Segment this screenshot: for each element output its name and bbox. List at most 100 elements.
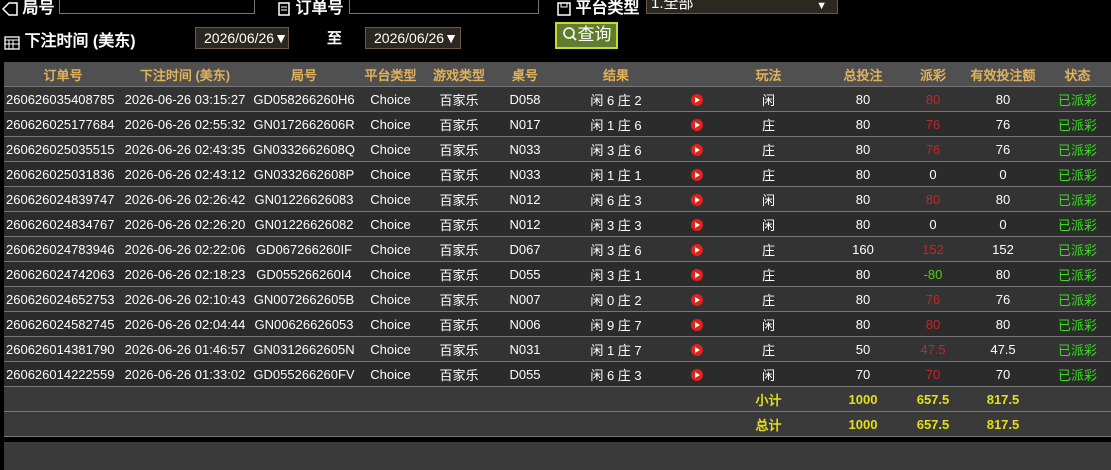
order-label-text: 订单号	[295, 0, 344, 17]
platform-cell: Choice	[360, 211, 421, 237]
table-row[interactable]: 260626025031836 2026-06-26 02:43:12 GN0332…	[4, 161, 1111, 187]
summary-empty-cell	[553, 386, 679, 412]
grand-total-row: 总计 1000 657.5 817.5	[4, 411, 1111, 437]
table-row[interactable]: 260626024839747 2026-06-26 02:26:42 GN0122…	[4, 186, 1111, 212]
play-video-cell[interactable]	[679, 211, 715, 237]
total-bet-cell: 80	[822, 161, 904, 187]
order-number-cell[interactable]: 260626014381790	[4, 336, 122, 362]
table-empty-area	[4, 442, 1111, 470]
table-row[interactable]: 260626024834767 2026-06-26 02:26:20 GN0122…	[4, 211, 1111, 237]
payout-cell: 80	[904, 311, 962, 337]
result-cell: 闲 1 庄 6	[553, 111, 679, 137]
subtotal-row: 小计 1000 657.5 817.5	[4, 386, 1111, 412]
result-cell: 闲 9 庄 7	[553, 311, 679, 337]
table-row[interactable]: 260626024582745 2026-06-26 02:04:44 GN0062…	[4, 311, 1111, 337]
total-bet-cell: 70	[822, 361, 904, 387]
round-id-cell: GD058266260H6	[248, 86, 360, 112]
order-input[interactable]	[349, 0, 539, 14]
payout-cell: 76	[904, 286, 962, 312]
date-to-picker[interactable]: 2026/06/26▼	[365, 27, 461, 49]
date-from-picker[interactable]: 2026/06/26▼	[195, 27, 289, 49]
order-number-cell[interactable]: 260626024783946	[4, 236, 122, 262]
table-row[interactable]: 260626024652753 2026-06-26 02:10:43 GN0072…	[4, 286, 1111, 312]
play-video-icon[interactable]	[691, 369, 703, 382]
result-cell: 闲 6 庄 2	[553, 86, 679, 112]
platform-select[interactable]: 1.全部 ▼	[646, 0, 838, 14]
order-number-cell[interactable]: 260626025035515	[4, 136, 122, 162]
total-bet-cell: 50	[822, 336, 904, 362]
round-input[interactable]	[59, 0, 255, 14]
document-icon	[278, 2, 290, 16]
order-number-cell[interactable]: 260626024742063	[4, 261, 122, 287]
platform-cell: Choice	[360, 236, 421, 262]
play-video-cell[interactable]	[679, 361, 715, 387]
game-type-cell: 百家乐	[421, 336, 497, 362]
play-video-icon[interactable]	[691, 244, 703, 257]
order-number-cell[interactable]: 260626024839747	[4, 186, 122, 212]
order-number-cell[interactable]: 260626024652753	[4, 286, 122, 312]
order-number-cell[interactable]: 260626024582745	[4, 311, 122, 337]
status-cell: 已派彩	[1044, 111, 1111, 137]
result-cell: 闲 3 庄 3	[553, 211, 679, 237]
play-video-cell[interactable]	[679, 186, 715, 212]
table-row[interactable]: 260626024742063 2026-06-26 02:18:23 GD0552…	[4, 261, 1111, 287]
play-video-icon[interactable]	[691, 269, 703, 282]
platform-cell: Choice	[360, 111, 421, 137]
round-id-cell: GN0332662608P	[248, 161, 360, 187]
result-cell: 闲 6 庄 3	[553, 186, 679, 212]
play-video-cell[interactable]	[679, 161, 715, 187]
bet-time-cell: 2026-06-26 02:43:12	[122, 161, 248, 187]
table-number-cell: N007	[497, 286, 553, 312]
play-video-cell[interactable]	[679, 86, 715, 112]
platform-selected-value: 1.全部	[651, 0, 694, 12]
query-button[interactable]: 查询	[555, 22, 618, 49]
play-video-icon[interactable]	[691, 294, 703, 307]
table-row[interactable]: 260626024783946 2026-06-26 02:22:06 GD0672…	[4, 236, 1111, 262]
play-video-cell[interactable]	[679, 336, 715, 362]
order-number-cell[interactable]: 260626024834767	[4, 211, 122, 237]
valid-bet-cell: 76	[962, 111, 1044, 137]
play-video-icon[interactable]	[691, 94, 703, 107]
search-icon	[562, 27, 577, 41]
bet-time-cell: 2026-06-26 01:33:02	[122, 361, 248, 387]
platform-filter-label: 平台类型	[557, 0, 639, 18]
play-video-icon[interactable]	[691, 169, 703, 182]
summary-empty-cell	[248, 411, 360, 437]
play-video-cell[interactable]	[679, 286, 715, 312]
table-number-cell: N031	[497, 336, 553, 362]
table-row[interactable]: 260626025177684 2026-06-26 02:55:32 GN0172…	[4, 111, 1111, 137]
round-id-cell: GN01226626083	[248, 186, 360, 212]
bet-records-table: 订单号 下注时间 (美东) 局号 平台类型 游戏类型 桌号 结果 玩法 总投注 派彩 有效投注额 状态…	[4, 62, 1111, 437]
order-number-cell[interactable]: 260626014222559	[4, 361, 122, 387]
play-video-cell[interactable]	[679, 111, 715, 137]
bet-time-cell: 2026-06-26 02:22:06	[122, 236, 248, 262]
play-video-cell[interactable]	[679, 311, 715, 337]
order-number-cell[interactable]: 260626025031836	[4, 161, 122, 187]
valid-bet-cell: 80	[962, 311, 1044, 337]
play-video-cell[interactable]	[679, 236, 715, 262]
bet-type-cell: 闲	[715, 361, 822, 387]
table-row[interactable]: 260626025035515 2026-06-26 02:43:35 GN0332…	[4, 136, 1111, 162]
play-video-icon[interactable]	[691, 144, 703, 157]
play-video-cell[interactable]	[679, 136, 715, 162]
status-cell: 已派彩	[1044, 161, 1111, 187]
order-number-cell[interactable]: 260626025177684	[4, 111, 122, 137]
play-video-icon[interactable]	[691, 194, 703, 207]
summary-empty-cell	[122, 386, 248, 412]
table-row[interactable]: 260626035408785 2026-06-26 03:15:27 GD0582…	[4, 86, 1111, 112]
result-cell: 闲 3 庄 6	[553, 136, 679, 162]
table-row[interactable]: 260626014381790 2026-06-26 01:46:57 GN0312…	[4, 336, 1111, 362]
bet-time-cell: 2026-06-26 03:15:27	[122, 86, 248, 112]
table-row[interactable]: 260626014222559 2026-06-26 01:33:02 GD0552…	[4, 361, 1111, 387]
status-cell: 已派彩	[1044, 236, 1111, 262]
play-video-icon[interactable]	[691, 219, 703, 232]
status-cell: 已派彩	[1044, 261, 1111, 287]
play-video-icon[interactable]	[691, 344, 703, 357]
round-id-cell: GN0172662606R	[248, 111, 360, 137]
play-video-icon[interactable]	[691, 119, 703, 132]
order-number-cell[interactable]: 260626035408785	[4, 86, 122, 112]
play-video-cell[interactable]	[679, 261, 715, 287]
game-type-cell: 百家乐	[421, 361, 497, 387]
status-cell: 已派彩	[1044, 186, 1111, 212]
play-video-icon[interactable]	[691, 319, 703, 332]
